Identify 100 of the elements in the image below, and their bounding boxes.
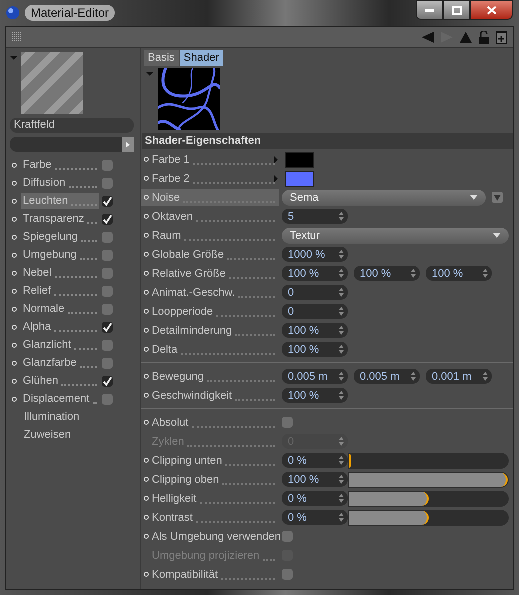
checkbox[interactable] [102,376,113,386]
number-field[interactable]: 100 % [282,266,348,281]
checkmark-icon [102,214,113,224]
number-field[interactable]: 0.005 m [282,369,348,384]
channel-item[interactable]: Glanzlicht [21,337,99,353]
spinner-arrows-icon[interactable] [411,372,416,381]
spinner-arrows-icon[interactable] [339,437,344,446]
spinner-arrows-icon[interactable] [483,269,488,278]
arrow-right-icon[interactable] [126,142,130,148]
channel-item[interactable]: Transparenz [21,211,99,227]
spinner-arrows-icon[interactable] [339,391,344,400]
collapse-triangle-icon[interactable] [146,72,154,76]
spinner-arrows-icon[interactable] [339,307,344,316]
number-field[interactable]: 5 [282,209,348,224]
spinner-arrows-icon[interactable] [339,345,344,354]
checkbox[interactable] [102,394,113,404]
spinner-arrows-icon[interactable] [339,288,344,297]
number-field[interactable]: 0.001 m [426,369,492,384]
checkbox[interactable] [282,569,293,580]
dropdown[interactable]: Textur [282,228,509,244]
channel-item[interactable]: Displacement [21,391,99,407]
spinner-arrows-icon[interactable] [339,212,344,221]
parameter-label: Loopperiode [141,303,279,320]
color-swatch[interactable] [285,170,314,186]
channel-item[interactable]: Umgebung [21,247,99,263]
checkbox[interactable] [102,304,113,314]
grip-icon[interactable] [12,32,22,42]
parameter-label: Kompatibilität [141,566,279,583]
slider-fill[interactable] [349,492,428,506]
number-field[interactable]: 0 [282,304,348,319]
channel-item[interactable]: Farbe [21,157,99,173]
checkbox[interactable] [282,417,293,428]
channel-item[interactable]: Diffusion [21,175,99,191]
number-field[interactable]: 100 % [354,266,420,281]
channel-link[interactable]: Zuweisen [24,429,72,441]
number-field[interactable]: 100 % [426,266,492,281]
checkbox[interactable] [102,322,113,332]
channel-item[interactable]: Alpha [21,319,99,335]
checkbox[interactable] [102,286,113,296]
spinner-arrows-icon[interactable] [339,372,344,381]
expand-triangle-icon[interactable] [274,156,278,164]
close-button[interactable] [470,0,513,20]
spinner-arrows-icon[interactable] [339,250,344,259]
shader-preview-drawing [158,68,220,130]
spinner-arrows-icon[interactable] [411,269,416,278]
checkbox[interactable] [102,358,113,368]
checkbox[interactable] [102,232,113,242]
maximize-button[interactable] [443,0,470,20]
up-arrow-icon[interactable] [460,32,472,42]
checkbox[interactable] [102,160,113,170]
checkbox[interactable] [102,250,113,260]
channel-item[interactable]: Nebel [21,265,99,281]
channel-item[interactable]: Normale [21,301,99,317]
tab[interactable]: Shader [180,50,224,66]
number-field[interactable]: 100 % [282,323,348,338]
checkbox[interactable] [102,214,113,224]
number-field[interactable]: 100 % [282,342,348,357]
spinner-arrows-icon[interactable] [339,513,344,522]
checkbox[interactable] [282,531,293,542]
number-field[interactable]: 0 % [282,510,348,525]
checkbox[interactable] [102,178,113,188]
input-field[interactable] [10,137,134,152]
material-name-field[interactable]: Kraftfeld [10,118,134,133]
parameter-label: Globale Größe [141,246,279,263]
circle-icon [12,252,17,258]
number-field[interactable]: 100 % [282,472,348,487]
unlock-icon[interactable] [479,30,489,44]
spinner-arrows-icon[interactable] [339,326,344,335]
channel-item[interactable]: Leuchten [21,193,99,209]
number-field[interactable]: 100 % [282,388,348,403]
number-field[interactable]: 0 [282,285,348,300]
spinner-arrows-icon[interactable] [339,475,344,484]
circle-icon [12,324,17,330]
circle-icon [12,216,17,222]
dropdown[interactable]: Sema [282,190,486,206]
channel-item[interactable]: Glühen [21,373,99,389]
spinner-arrows-icon[interactable] [483,372,488,381]
checkbox[interactable] [102,268,113,278]
minimize-button[interactable] [416,0,443,20]
spinner-arrows-icon[interactable] [339,269,344,278]
number-field[interactable]: 1000 % [282,247,348,262]
channel-item[interactable]: Glanzfarbe [21,355,99,371]
preset-menu-icon[interactable] [492,192,503,203]
slider-fill[interactable] [349,510,428,524]
channel-item[interactable]: Relief [21,283,99,299]
spinner-arrows-icon[interactable] [339,456,344,465]
spinner-arrows-icon[interactable] [339,494,344,503]
back-arrow-icon[interactable] [422,32,434,42]
expand-triangle-icon[interactable] [274,174,278,182]
color-swatch[interactable] [285,152,314,168]
circle-icon [12,306,17,312]
checkbox[interactable] [102,340,113,350]
channel-item[interactable]: Spiegelung [21,229,99,245]
channel-link[interactable]: Illumination [24,411,80,423]
new-panel-icon[interactable] [496,30,507,44]
number-field[interactable]: 0.005 m [354,369,420,384]
number-field[interactable]: 0 % [282,453,348,468]
tab[interactable]: Basis [144,50,179,66]
number-field[interactable]: 0 % [282,491,348,506]
checkbox[interactable] [102,196,113,206]
